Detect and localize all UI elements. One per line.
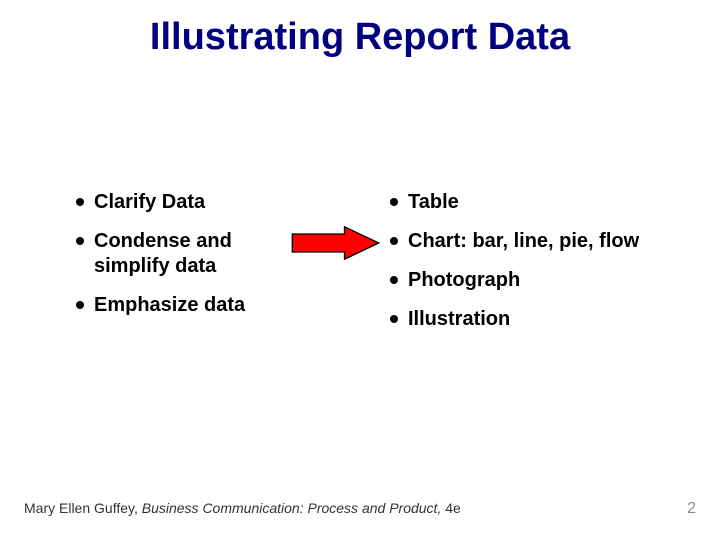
slide-title: Illustrating Report Data bbox=[0, 0, 720, 59]
bullet-text: Emphasize data bbox=[94, 293, 296, 318]
bullet-icon bbox=[76, 237, 84, 245]
list-item: Photograph bbox=[390, 268, 690, 293]
bullet-text: Chart: bar, line, pie, flow bbox=[408, 229, 690, 254]
arrow-shape bbox=[292, 227, 378, 259]
list-item: Chart: bar, line, pie, flow bbox=[390, 229, 690, 254]
footer-book-title: Business Communication: Process and Prod… bbox=[142, 500, 445, 516]
bullet-text: Illustration bbox=[408, 307, 690, 332]
footer-edition: 4e bbox=[445, 500, 461, 516]
bullet-icon bbox=[390, 198, 398, 206]
footer: Mary Ellen Guffey, Business Communicatio… bbox=[24, 500, 696, 518]
bullet-text: Table bbox=[408, 190, 690, 215]
bullet-text: Photograph bbox=[408, 268, 690, 293]
list-item: Clarify Data bbox=[76, 190, 296, 215]
bullet-text: Clarify Data bbox=[94, 190, 296, 215]
left-column: Clarify Data Condense and simplify data … bbox=[76, 190, 296, 332]
list-item: Illustration bbox=[390, 307, 690, 332]
bullet-icon bbox=[76, 301, 84, 309]
right-column: Table Chart: bar, line, pie, flow Photog… bbox=[390, 190, 690, 346]
bullet-text: Condense and simplify data bbox=[94, 229, 296, 279]
bullet-icon bbox=[390, 315, 398, 323]
footer-author: Mary Ellen Guffey, bbox=[24, 500, 142, 516]
list-item: Emphasize data bbox=[76, 293, 296, 318]
bullet-icon bbox=[390, 237, 398, 245]
arrow-icon bbox=[288, 225, 383, 261]
list-item: Condense and simplify data bbox=[76, 229, 296, 279]
list-item: Table bbox=[390, 190, 690, 215]
bullet-icon bbox=[390, 276, 398, 284]
bullet-icon bbox=[76, 198, 84, 206]
page-number: 2 bbox=[687, 500, 696, 518]
footer-citation: Mary Ellen Guffey, Business Communicatio… bbox=[24, 500, 461, 516]
